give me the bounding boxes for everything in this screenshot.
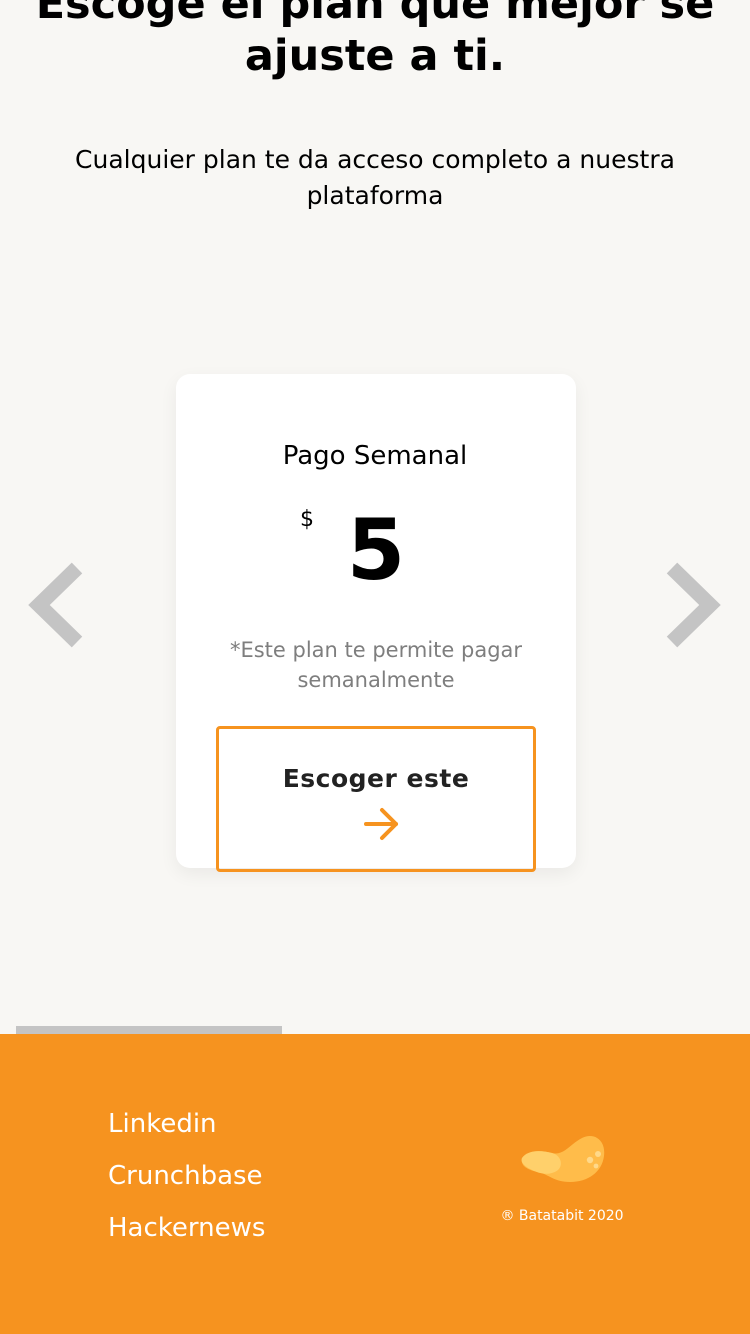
horizontal-scrollbar[interactable]: [16, 1026, 282, 1034]
carousel-next-button[interactable]: [662, 560, 722, 650]
chevron-right-icon: [666, 562, 721, 648]
chevron-left-icon: [28, 562, 83, 648]
price-value: 5: [346, 501, 406, 599]
plan-description: *Este plan te permite pagar semanalmente: [229, 638, 523, 692]
price-currency: $: [300, 507, 314, 532]
footer-link-hackernews[interactable]: Hackernews: [108, 1210, 265, 1246]
choose-plan-button[interactable]: Escoger este: [216, 726, 536, 872]
choose-plan-label: Escoger este: [282, 764, 470, 793]
carousel-prev-button[interactable]: [27, 560, 87, 650]
copyright-text: ® Batatabit 2020: [500, 1208, 624, 1224]
page-subtitle: Cualquier plan te da acceso completo a n…: [75, 145, 675, 210]
footer-link-linkedin[interactable]: Linkedin: [108, 1106, 217, 1142]
plan-name: Pago Semanal: [282, 441, 468, 471]
page-title: Escoge el plan que mejor se ajuste a ti.: [35, 0, 715, 81]
plans-section: Escoge el plan que mejor se ajuste a ti.…: [0, 0, 750, 1034]
batatabit-logo: [521, 1136, 605, 1182]
arrow-right-icon: [364, 808, 398, 840]
footer-link-crunchbase[interactable]: Crunchbase: [108, 1158, 263, 1194]
